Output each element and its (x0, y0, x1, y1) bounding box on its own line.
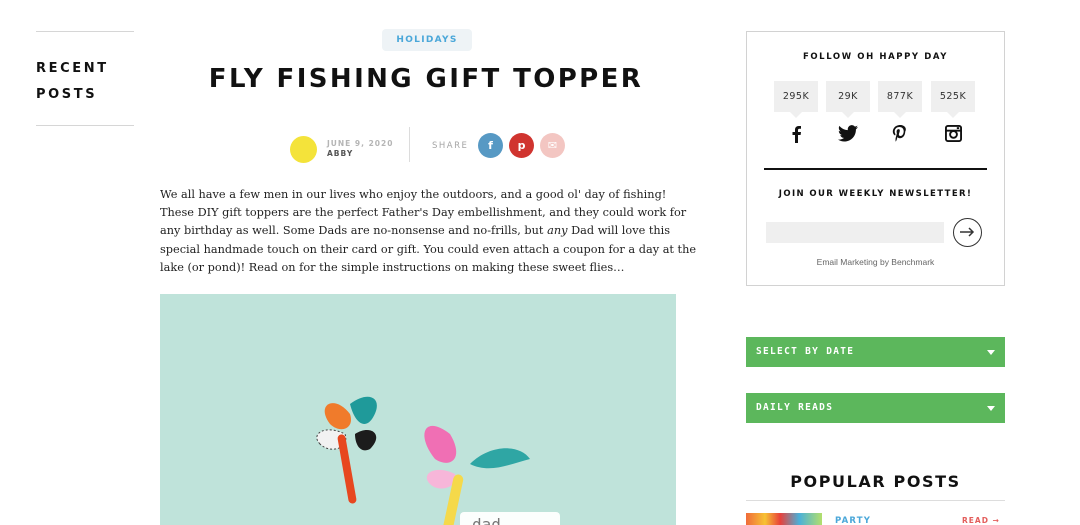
recent-posts-title: RECENT POSTS (36, 61, 109, 102)
recent-posts-panel: RECENT POSTS (36, 31, 134, 126)
pinterest-icon[interactable] (888, 125, 912, 145)
dad-tag-text: dad (472, 515, 501, 525)
popular-post-thumbnail[interactable] (746, 513, 822, 525)
fly-fishing-illustration: dad (316, 396, 560, 525)
popular-posts-divider (746, 500, 1005, 501)
chevron-down-icon (987, 406, 995, 411)
facebook-icon[interactable] (784, 125, 808, 145)
twitter-icon[interactable] (836, 125, 860, 145)
daily-reads-dropdown[interactable]: DAILY READS (746, 393, 1005, 423)
newsletter-title: JOIN OUR WEEKLY NEWSLETTER! (778, 189, 973, 199)
post-intro: We all have a few men in our lives who e… (160, 186, 700, 277)
newsletter-submit-button[interactable] (953, 218, 982, 247)
facebook-count: 295K (774, 81, 818, 118)
share-pinterest-button[interactable]: p (509, 133, 534, 158)
follow-divider (764, 168, 987, 170)
hero-image: dad (160, 294, 676, 525)
pinterest-count: 877K (878, 81, 922, 118)
daily-reads-label: DAILY READS (756, 402, 834, 413)
left-fly (316, 396, 377, 504)
meta-divider (409, 127, 410, 162)
select-by-date-dropdown[interactable]: SELECT BY DATE (746, 337, 1005, 367)
instagram-icon[interactable] (941, 125, 965, 145)
post-author[interactable]: ABBY (327, 149, 353, 158)
powered-by-link[interactable]: Email Marketing by Benchmark (747, 257, 1004, 267)
author-avatar (290, 136, 317, 163)
post-date: JUNE 9, 2020 (327, 139, 394, 148)
intro-emphasis: any (547, 224, 568, 238)
share-label: SHARE (432, 141, 469, 151)
instagram-count: 525K (931, 81, 975, 118)
share-facebook-button[interactable]: f (478, 133, 503, 158)
popular-posts-title: POPULAR POSTS (790, 472, 961, 491)
popular-post-category[interactable]: PARTY (835, 516, 871, 525)
right-fly (424, 425, 530, 525)
newsletter-email-input[interactable] (766, 222, 944, 243)
arrow-right-icon (960, 227, 975, 237)
category-badge[interactable]: HOLIDAYS (382, 29, 472, 51)
select-by-date-label: SELECT BY DATE (756, 346, 855, 357)
follow-title: FOLLOW OH HAPPY DAY (802, 52, 949, 62)
follow-widget: FOLLOW OH HAPPY DAY 295K 29K 877K 525K J… (746, 31, 1005, 286)
popular-post-read-link[interactable]: READ → (962, 516, 1000, 525)
share-email-button[interactable]: ✉ (540, 133, 565, 158)
chevron-down-icon (987, 350, 995, 355)
twitter-count: 29K (826, 81, 870, 118)
post-title: FLY FISHING GIFT TOPPER (208, 64, 644, 94)
